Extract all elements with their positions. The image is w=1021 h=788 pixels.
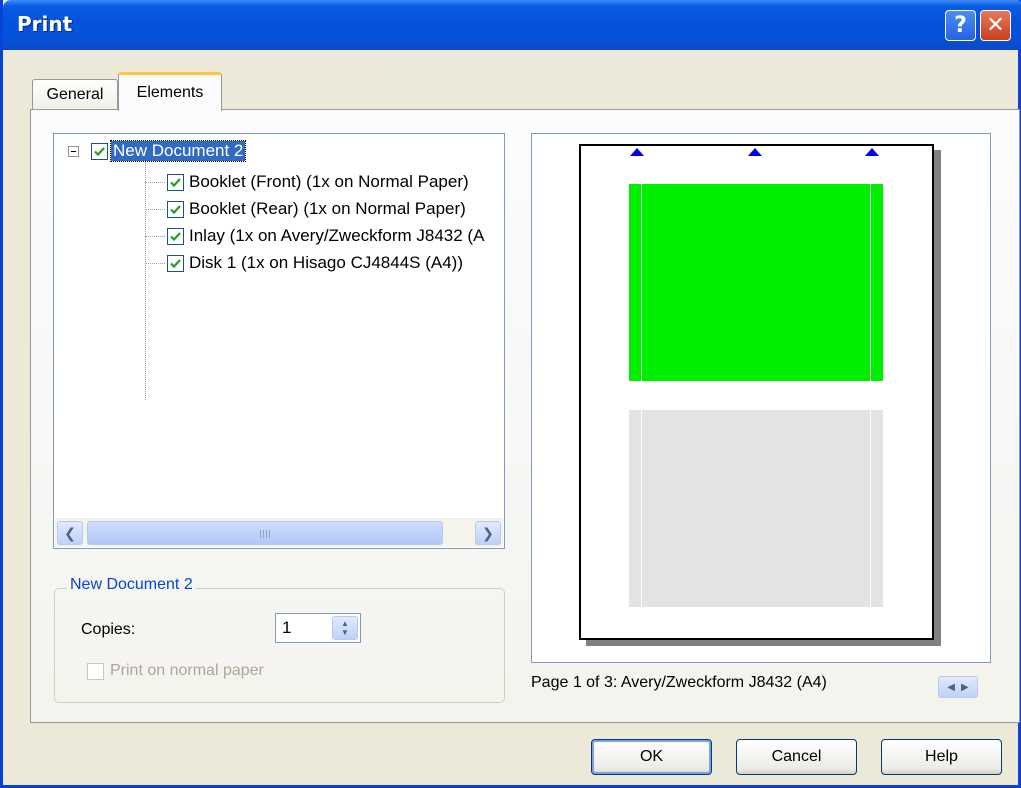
item-checkbox[interactable] [167, 200, 184, 218]
tree-branch-line [145, 235, 165, 237]
position-marker-icon [865, 148, 879, 156]
tree-branch-line [145, 262, 165, 264]
tree-root-label[interactable]: New Document 2 [109, 140, 247, 162]
page-preview [531, 133, 991, 663]
cancel-button-label: Cancel [771, 748, 822, 765]
tree-root-node[interactable]: New Document 2 [68, 140, 247, 162]
label-area-empty [629, 410, 883, 607]
question-mark-icon: ? [954, 13, 967, 38]
normal-paper-label: Print on normal paper [110, 662, 264, 679]
item-checkbox[interactable] [167, 227, 184, 245]
copies-spin-buttons[interactable]: ▲ ▼ [332, 616, 358, 640]
tree-item-label: Booklet (Rear) (1x on Normal Paper) [189, 199, 466, 218]
copies-stepper[interactable]: 1 ▲ ▼ [275, 613, 361, 643]
copies-value[interactable]: 1 [282, 618, 291, 638]
tree-item-label: Booklet (Front) (1x on Normal Paper) [189, 172, 469, 191]
help-title-button[interactable]: ? [945, 10, 976, 41]
print-normal-paper-option: Print on normal paper [87, 662, 264, 680]
scroll-thumb[interactable] [87, 521, 443, 545]
checkmark-icon [170, 204, 181, 214]
checkmark-icon [170, 177, 181, 187]
cancel-button[interactable]: Cancel [736, 739, 857, 775]
checkmark-icon [94, 146, 105, 156]
copies-label: Copies: [81, 621, 136, 638]
item-checkbox[interactable] [167, 173, 184, 191]
tree-item-label: Inlay (1x on Avery/Zweckform J8432 (A [189, 226, 485, 245]
page-caption: Page 1 of 3: Avery/Zweckform J8432 (A4) [531, 674, 827, 691]
close-icon: ✕ [986, 13, 1005, 38]
scroll-left-button[interactable]: ❮ [57, 521, 83, 545]
horizontal-scrollbar[interactable]: ❮ ❯ [55, 518, 503, 547]
collapse-icon[interactable] [68, 145, 79, 157]
tree-item[interactable]: Inlay (1x on Avery/Zweckform J8432 (A [134, 224, 484, 248]
position-marker-icon [630, 148, 644, 156]
tree-branch-line [145, 181, 165, 183]
prev-page-icon[interactable]: ◀ [947, 682, 955, 693]
ok-button-label: OK [639, 748, 664, 765]
item-checkbox[interactable] [167, 254, 184, 272]
help-button[interactable]: Help [881, 739, 1002, 775]
spin-up-icon[interactable]: ▲ [341, 619, 349, 628]
next-page-icon[interactable]: ▶ [961, 682, 969, 693]
group-title: New Document 2 [67, 576, 196, 594]
tab-general-label: General [46, 86, 104, 103]
page-navigation[interactable]: ◀ ▶ [938, 676, 978, 698]
close-button[interactable]: ✕ [980, 10, 1011, 41]
tree-item[interactable]: Booklet (Front) (1x on Normal Paper) [134, 170, 469, 194]
document-options-group [54, 588, 505, 703]
label-area-selected [629, 184, 883, 381]
help-button-label: Help [925, 748, 958, 765]
position-marker-icon [748, 148, 762, 156]
scroll-grip-icon [260, 530, 272, 538]
checkmark-icon [170, 258, 181, 268]
label-guide-line [641, 410, 642, 607]
label-guide-line [870, 184, 871, 381]
elements-tree[interactable]: New Document 2 Booklet (Front) (1x on No… [53, 133, 505, 549]
tab-elements-label: Elements [136, 84, 204, 101]
tree-branch-line [145, 208, 165, 210]
root-checkbox[interactable] [91, 142, 108, 160]
chevron-right-icon: ❯ [482, 524, 494, 541]
tree-item[interactable]: Disk 1 (1x on Hisago CJ4844S (A4)) [134, 251, 463, 275]
spin-down-icon[interactable]: ▼ [341, 628, 349, 637]
tree-item-label: Disk 1 (1x on Hisago CJ4844S (A4)) [189, 253, 464, 272]
checkmark-icon [170, 231, 181, 241]
tab-elements[interactable]: Elements [118, 72, 222, 111]
window-title: Print [17, 12, 73, 36]
tree-item[interactable]: Booklet (Rear) (1x on Normal Paper) [134, 197, 466, 221]
preview-page [579, 144, 934, 640]
label-guide-line [870, 410, 871, 607]
chevron-left-icon: ❮ [64, 524, 76, 541]
scroll-right-button[interactable]: ❯ [475, 521, 501, 545]
print-dialog: Print ? ✕ General Elements New Document … [0, 0, 1021, 788]
label-guide-line [641, 184, 642, 381]
ok-button[interactable]: OK [591, 739, 712, 775]
tab-general[interactable]: General [32, 79, 118, 110]
normal-paper-checkbox [87, 662, 104, 680]
title-bar[interactable]: Print ? ✕ [3, 0, 1021, 50]
